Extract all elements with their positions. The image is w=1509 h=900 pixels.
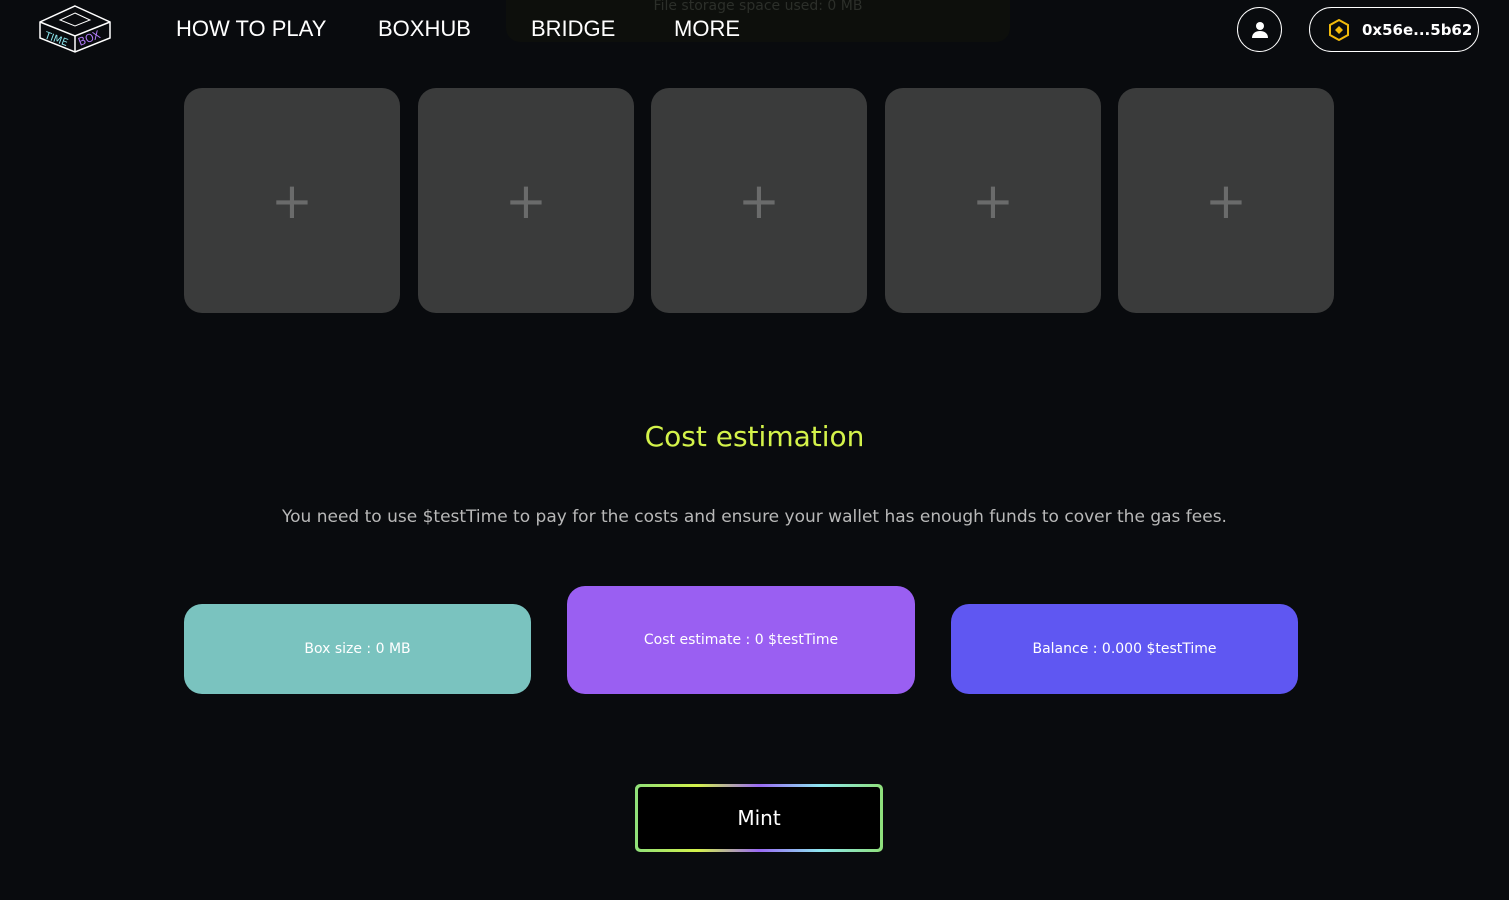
add-file-slot[interactable]: + <box>651 88 867 313</box>
mint-button[interactable]: Mint <box>635 784 883 852</box>
add-file-slot[interactable]: + <box>885 88 1101 313</box>
bnb-chain-icon <box>1329 18 1349 41</box>
svg-text:TIME: TIME <box>42 30 69 49</box>
nav-how-to-play[interactable]: HOW TO PLAY <box>176 16 326 42</box>
user-icon <box>1251 21 1268 38</box>
box-size-card: Box size : 0 MB <box>184 604 531 694</box>
cost-estimate-card: Cost estimate : 0 $testTime <box>567 586 915 694</box>
cost-description: You need to use $testTime to pay for the… <box>282 507 1227 527</box>
user-profile-button[interactable] <box>1237 7 1282 52</box>
cost-estimation-title: Cost estimation <box>644 420 865 453</box>
mint-label: Mint <box>638 787 880 849</box>
wallet-button[interactable]: 0x56e...5b62 <box>1309 7 1479 52</box>
nav-boxhub[interactable]: BOXHUB <box>378 16 471 42</box>
add-file-slot[interactable]: + <box>184 88 400 313</box>
timebox-logo[interactable]: TIME BOX <box>38 4 112 54</box>
add-file-slot[interactable]: + <box>1118 88 1334 313</box>
nav-bridge[interactable]: BRIDGE <box>531 16 615 42</box>
balance-card: Balance : 0.000 $testTime <box>951 604 1298 694</box>
nav-more[interactable]: MORE <box>674 16 740 42</box>
add-file-slot[interactable]: + <box>418 88 634 313</box>
wallet-address: 0x56e...5b62 <box>1362 20 1473 39</box>
